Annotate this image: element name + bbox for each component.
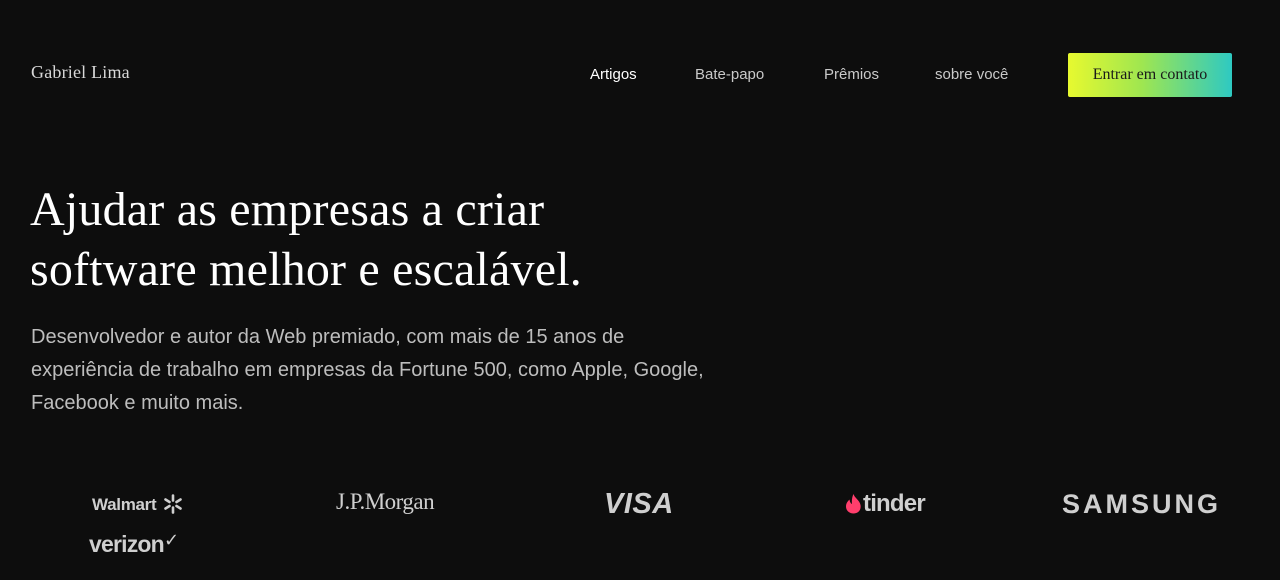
tinder-flame-icon [846, 494, 861, 514]
tinder-wordmark: tinder [863, 490, 926, 517]
nav-item-sobre-voce[interactable]: sobre você [935, 66, 1008, 83]
verizon-wordmark: verizon [89, 531, 165, 557]
site-brand[interactable]: Gabriel Lima [31, 62, 130, 83]
hero-title-line-2: software melhor e escalável. [30, 243, 582, 296]
hero-title: Ajudar as empresas a criar software melh… [30, 180, 790, 300]
nav-item-bate-papo[interactable]: Bate-papo [695, 66, 764, 83]
jpmorgan-logo: J.P.Morgan [336, 489, 435, 514]
visa-logo: VISA [604, 488, 674, 520]
hero-title-line-1: Ajudar as empresas a criar [30, 183, 545, 236]
verizon-check-icon: ✓ [163, 530, 179, 550]
hero-subtitle: Desenvolvedor e autor da Web premiado, c… [31, 326, 704, 414]
walmart-logo: Walmart [92, 494, 183, 515]
nav-item-premios[interactable]: Prêmios [824, 66, 879, 83]
samsung-logo: SAMSUNG [1062, 489, 1222, 519]
nav-item-artigos[interactable]: Artigos [590, 66, 637, 83]
walmart-spark-icon [163, 494, 182, 514]
verizon-logo: verizon✓ [89, 530, 179, 558]
tinder-logo: tinder [845, 490, 926, 518]
walmart-wordmark: Walmart [92, 495, 157, 514]
contact-button[interactable]: Entrar em contato [1068, 53, 1232, 97]
